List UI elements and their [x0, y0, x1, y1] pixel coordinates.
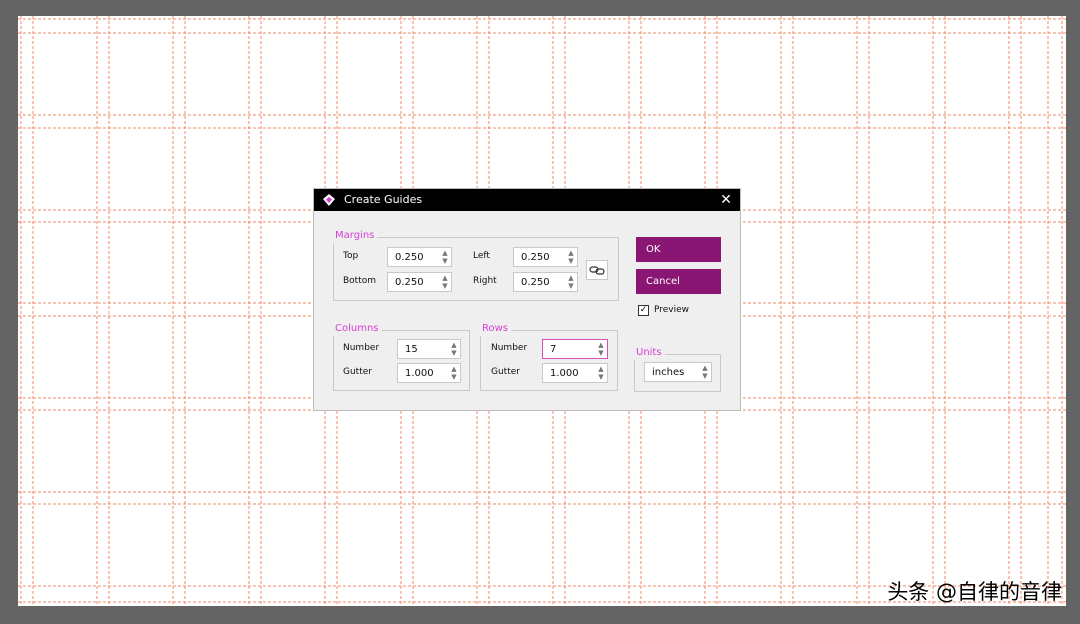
rows-gutter-label: Gutter	[491, 367, 520, 377]
left-label: Left	[473, 251, 490, 261]
rows-gutter-input[interactable]: 1.000 ▲ ▼	[542, 363, 608, 383]
left-up-arrow-icon[interactable]: ▲	[566, 249, 576, 257]
margins-label: Margins	[332, 229, 378, 243]
rows-gutter-down-arrow-icon[interactable]: ▼	[596, 373, 606, 381]
app-logo-icon	[323, 194, 335, 206]
link-margins-button[interactable]	[586, 260, 608, 280]
columns-number-up-arrow-icon[interactable]: ▲	[449, 341, 459, 349]
rows-label: Rows	[479, 322, 512, 336]
rows-number-label: Number	[491, 343, 528, 353]
columns-number-down-arrow-icon[interactable]: ▼	[449, 349, 459, 357]
units-down-arrow-icon[interactable]: ▼	[700, 372, 710, 380]
create-guides-dialog: Create Guides ✕ Margins Top 0.250 ▲ ▼ Bot…	[313, 188, 741, 411]
columns-gutter-label: Gutter	[343, 367, 372, 377]
bottom-down-arrow-icon[interactable]: ▼	[440, 282, 450, 290]
top-margin-input[interactable]: 0.250 ▲ ▼	[387, 247, 452, 267]
left-margin-input[interactable]: 0.250 ▲ ▼	[513, 247, 578, 267]
rows-number-down-arrow-icon[interactable]: ▼	[596, 349, 606, 357]
columns-gutter-input[interactable]: 1.000 ▲ ▼	[397, 363, 461, 383]
bottom-label: Bottom	[343, 276, 377, 286]
columns-gutter-up-arrow-icon[interactable]: ▲	[449, 365, 459, 373]
right-margin-input[interactable]: 0.250 ▲ ▼	[513, 272, 578, 292]
close-icon[interactable]: ✕	[718, 192, 734, 208]
preview-label: Preview	[654, 305, 690, 315]
cancel-button[interactable]: Cancel	[636, 269, 721, 294]
ok-button[interactable]: OK	[636, 237, 721, 262]
watermark: 头条 @自律的音律	[887, 580, 1062, 604]
checkmark-icon: ✓	[639, 305, 648, 315]
dialog-titlebar[interactable]: Create Guides ✕	[314, 189, 740, 211]
right-label: Right	[473, 276, 497, 286]
top-label: Top	[343, 251, 359, 261]
top-down-arrow-icon[interactable]: ▼	[440, 257, 450, 265]
bottom-margin-input[interactable]: 0.250 ▲ ▼	[387, 272, 452, 292]
right-down-arrow-icon[interactable]: ▼	[566, 282, 576, 290]
bottom-up-arrow-icon[interactable]: ▲	[440, 274, 450, 282]
dialog-title: Create Guides	[344, 193, 423, 206]
columns-gutter-down-arrow-icon[interactable]: ▼	[449, 373, 459, 381]
rows-gutter-up-arrow-icon[interactable]: ▲	[596, 365, 606, 373]
rows-number-input[interactable]: 7 ▲ ▼	[542, 339, 608, 359]
units-label: Units	[633, 346, 665, 360]
units-select[interactable]: inches ▲ ▼	[644, 362, 712, 382]
columns-label: Columns	[332, 322, 382, 336]
rows-number-up-arrow-icon[interactable]: ▲	[596, 341, 606, 349]
top-up-arrow-icon[interactable]: ▲	[440, 249, 450, 257]
right-up-arrow-icon[interactable]: ▲	[566, 274, 576, 282]
left-down-arrow-icon[interactable]: ▼	[566, 257, 576, 265]
preview-checkbox[interactable]: ✓	[638, 305, 649, 316]
units-up-arrow-icon[interactable]: ▲	[700, 364, 710, 372]
columns-number-input[interactable]: 15 ▲ ▼	[397, 339, 461, 359]
chain-link-icon	[589, 266, 605, 275]
columns-number-label: Number	[343, 343, 380, 353]
